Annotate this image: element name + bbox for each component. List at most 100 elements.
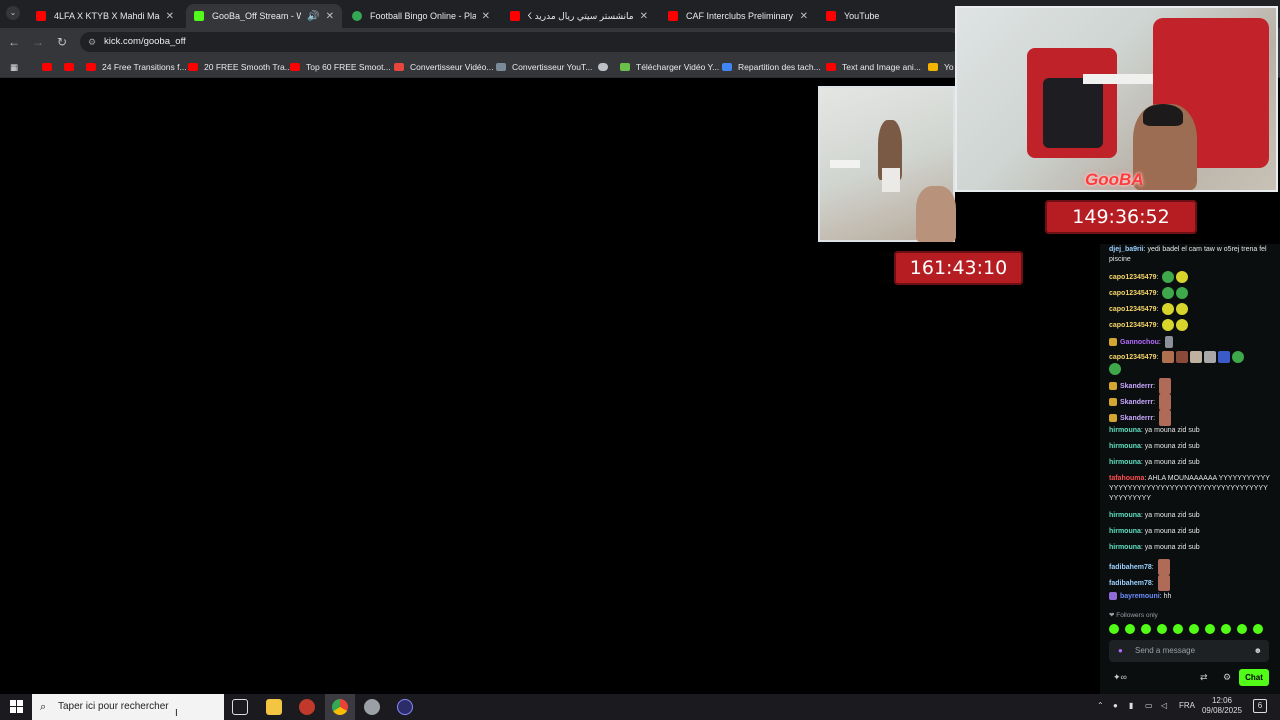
tray-icon[interactable]: ● [1113, 701, 1118, 710]
bookmark-item[interactable]: Yo [928, 60, 954, 74]
chat-message-input[interactable]: ● Send a message ☻ [1109, 640, 1269, 662]
microphone-icon[interactable]: ● [1118, 640, 1123, 662]
emote-icon [1157, 575, 1170, 591]
chat-send-button[interactable]: Chat [1239, 669, 1269, 686]
address-bar[interactable]: ⚙ kick.com/gooba_off [80, 32, 960, 52]
emote-icon[interactable] [1109, 624, 1119, 634]
hair-shape [1143, 104, 1183, 126]
chat-username[interactable]: Gannochou [1120, 339, 1159, 346]
back-icon[interactable]: ← [6, 34, 22, 50]
notifications-icon[interactable]: 6 [1253, 699, 1267, 713]
points-icon[interactable]: ✦∞ [1113, 672, 1127, 683]
emote-icon[interactable] [1221, 624, 1231, 634]
chat-username[interactable]: hirmouna [1109, 512, 1141, 519]
chat-username[interactable]: hirmouna [1109, 443, 1141, 450]
site-info-icon[interactable]: ⚙ [88, 32, 96, 52]
tab-manchester-city[interactable]: مانشستر سيتي ريال مدريد 4K - ... ✕ [502, 4, 656, 28]
chat-username[interactable]: fadibahem78 [1109, 564, 1152, 571]
chat-username[interactable]: Skanderrr [1120, 399, 1153, 406]
chat-username[interactable]: capo12345479 [1109, 290, 1156, 297]
chat-username[interactable]: capo12345479 [1109, 354, 1156, 361]
bookmark-item[interactable]: Text and Image ani... [826, 60, 921, 74]
app-icon[interactable] [364, 699, 380, 715]
chat-username[interactable]: capo12345479 [1109, 274, 1156, 281]
close-icon[interactable]: ✕ [800, 11, 808, 22]
close-icon[interactable]: ✕ [482, 11, 490, 22]
desk-shape [1083, 74, 1153, 84]
chat-username[interactable]: hirmouna [1109, 459, 1141, 466]
emote-icon[interactable] [1237, 624, 1247, 634]
chat-username[interactable]: capo12345479 [1109, 322, 1156, 329]
tab-gooba-stream[interactable]: GooBa_Off Stream - Watch 🔊 ✕ [186, 4, 342, 28]
chat-username[interactable]: djej_ba9rii [1109, 246, 1144, 253]
chevron-up-icon[interactable]: ⌃ [1097, 701, 1104, 710]
chat-username[interactable]: bayremouni [1120, 593, 1160, 600]
emote-icon[interactable] [1157, 624, 1167, 634]
chat-text: ya mouna zid sub [1144, 544, 1200, 551]
clock[interactable]: 12:06 09/08/2025 [1200, 696, 1244, 716]
app-icon[interactable] [299, 699, 315, 715]
chat-message: capo12345479: [1109, 351, 1271, 375]
chat-username[interactable]: hirmouna [1109, 427, 1141, 434]
tab-search-button[interactable]: ⌄ [6, 6, 20, 20]
chat-username[interactable]: Skanderrr [1120, 415, 1153, 422]
reload-icon[interactable]: ↻ [54, 34, 70, 50]
bookmark-item[interactable]: Top 60 FREE Smoot... [290, 60, 391, 74]
forward-icon[interactable]: → [30, 34, 46, 50]
tab-caf-draw[interactable]: CAF Interclubs Preliminary Draw ✕ [660, 4, 816, 28]
close-icon[interactable]: ✕ [640, 11, 648, 22]
speaker-icon[interactable]: 🔊 [307, 11, 319, 22]
microphone-icon[interactable]: ▮ [1129, 701, 1133, 710]
tab-4lfa[interactable]: 4LFA X KTYB X Mahdi Machfar ✕ [28, 4, 182, 28]
emote-icon[interactable] [1125, 624, 1135, 634]
tab-youtube[interactable]: YouTube [818, 4, 948, 28]
emote-icon [1176, 303, 1189, 315]
emote-icon [1157, 559, 1170, 575]
bookmark-item[interactable] [64, 60, 80, 74]
stream-timer-secondary: 161:43:10 [894, 251, 1023, 285]
emote-icon [1190, 351, 1203, 363]
settings-icon[interactable]: ⚙ [1223, 672, 1231, 683]
emoji-icon[interactable]: ☻ [1254, 640, 1262, 662]
file-explorer-icon[interactable] [266, 699, 282, 715]
refresh-icon[interactable]: ⇄ [1200, 672, 1208, 683]
emote-icon[interactable] [1189, 624, 1199, 634]
apps-icon[interactable]: ▦ [10, 60, 18, 74]
chat-message: hirmouna: ya mouna zid sub [1109, 528, 1200, 535]
emote-icon [1162, 319, 1175, 331]
task-view-icon[interactable] [232, 699, 248, 715]
tab-label: Football Bingo Online - Play N [370, 11, 476, 21]
emote-icon[interactable] [1141, 624, 1151, 634]
tab-football-bingo[interactable]: Football Bingo Online - Play N ✕ [344, 4, 498, 28]
network-icon[interactable]: ▭ [1145, 701, 1153, 710]
media-player-icon[interactable] [397, 699, 413, 715]
close-icon[interactable]: ✕ [326, 11, 334, 22]
bookmark-item[interactable]: Convertisseur Vidéo... [394, 60, 493, 74]
bookmark-item[interactable]: Convertisseur YouT... [496, 60, 592, 74]
bookmark-item[interactable] [598, 60, 614, 74]
chat-username[interactable]: tafahouma [1109, 475, 1144, 482]
bookmark-item[interactable] [42, 60, 58, 74]
chat-username[interactable]: Skanderrr [1120, 383, 1153, 390]
speaker-icon[interactable]: ◁ [1161, 701, 1167, 710]
language-indicator[interactable]: FRA [1179, 701, 1195, 710]
bookmark-item[interactable]: 24 Free Transitions f... [86, 60, 187, 74]
chrome-icon[interactable] [332, 699, 348, 715]
chat-message: capo12345479: [1109, 271, 1271, 283]
chat-username[interactable]: capo12345479 [1109, 306, 1156, 313]
emote-icon[interactable] [1173, 624, 1183, 634]
youtube-icon [826, 11, 836, 21]
taskbar-search-input[interactable]: ⌕ Taper ici pour rechercher [32, 694, 224, 720]
windows-start-icon[interactable] [10, 700, 24, 714]
bookmark-item[interactable]: Télécharger Vidéo Y... [620, 60, 719, 74]
emote-icon[interactable] [1205, 624, 1215, 634]
bookmark-item[interactable]: 20 FREE Smooth Tra... [188, 60, 292, 74]
bookmark-item[interactable]: Repartition des tach... [722, 60, 821, 74]
chat-username[interactable]: fadibahem78 [1109, 580, 1152, 587]
chat-message: Skanderrr: [1109, 410, 1271, 426]
chat-username[interactable]: hirmouna [1109, 528, 1141, 535]
chat-username[interactable]: hirmouna [1109, 544, 1141, 551]
emote-icon[interactable] [1253, 624, 1263, 634]
close-icon[interactable]: ✕ [166, 11, 174, 22]
chat-text: ya mouna zid sub [1144, 443, 1200, 450]
